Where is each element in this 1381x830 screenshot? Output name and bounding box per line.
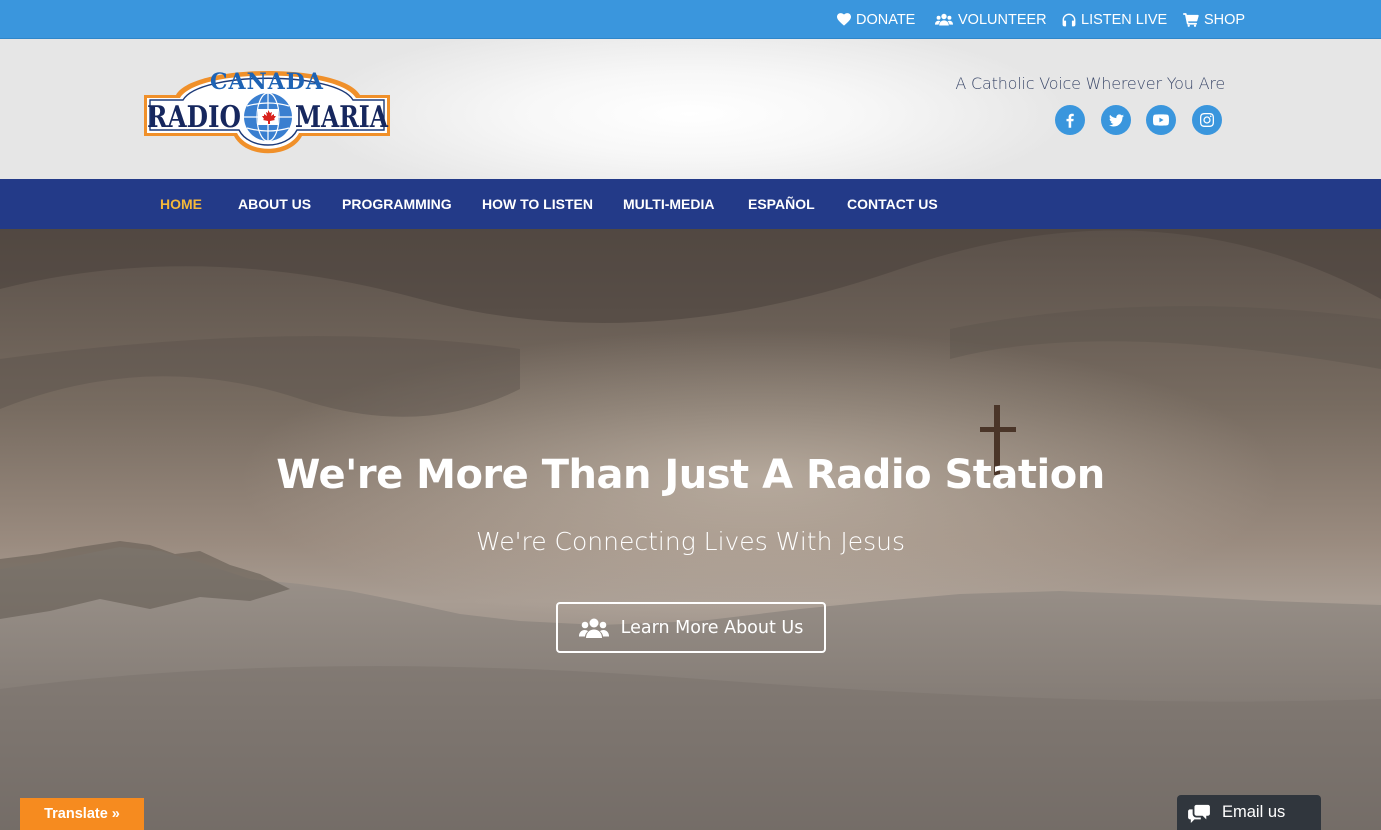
nav-item-multi-media[interactable]: MULTI-MEDIA <box>623 179 715 229</box>
shop-label: SHOP <box>1204 11 1246 28</box>
learn-more-button[interactable]: Learn More About Us <box>556 602 826 653</box>
nav-item-programming[interactable]: PROGRAMMING <box>342 179 452 229</box>
facebook-link[interactable] <box>1055 105 1085 135</box>
youtube-icon <box>1153 114 1169 126</box>
instagram-link[interactable] <box>1192 105 1222 135</box>
shop-link[interactable]: SHOP <box>1183 0 1245 39</box>
nav-item-espanol[interactable]: ESPAÑOL <box>748 179 815 229</box>
logo-maria-text: MARIA <box>295 100 389 135</box>
site-header: CANADA RADIO MARIA A Catholic Voice Wher… <box>0 39 1381 179</box>
facebook-icon <box>1066 113 1074 128</box>
site-tagline: A Catholic Voice Wherever You Are <box>955 74 1225 93</box>
email-us-label: Email us <box>1222 803 1286 821</box>
translate-button[interactable]: Translate » <box>20 798 144 830</box>
hero-title: We're More Than Just A Radio Station <box>276 452 1105 498</box>
nav-item-how-to-listen[interactable]: HOW TO LISTEN <box>482 179 593 229</box>
nav-item-home[interactable]: HOME <box>160 179 202 229</box>
utility-bar: DONATE VOLUNTEER LISTEN LIVE SHOP <box>0 0 1381 39</box>
donate-label: DONATE <box>856 11 916 28</box>
instagram-icon <box>1200 113 1214 127</box>
volunteer-label: VOLUNTEER <box>958 11 1047 28</box>
hero-banner: We're More Than Just A Radio Station We'… <box>0 229 1381 830</box>
nav-item-about-us[interactable]: ABOUT US <box>238 179 311 229</box>
email-us-widget[interactable]: Email us <box>1177 795 1321 830</box>
listen-live-label: LISTEN LIVE <box>1081 11 1168 28</box>
radio-maria-logo[interactable]: CANADA RADIO MARIA <box>142 59 394 159</box>
twitter-icon <box>1108 113 1124 126</box>
youtube-link[interactable] <box>1146 105 1176 135</box>
headphones-icon <box>1062 13 1076 26</box>
shopping-cart-icon <box>1183 12 1199 27</box>
listen-live-link[interactable]: LISTEN LIVE <box>1062 0 1167 39</box>
users-icon <box>935 13 953 26</box>
nav-item-contact-us[interactable]: CONTACT US <box>847 179 938 229</box>
hero-subtitle: We're Connecting Lives With Jesus <box>475 527 906 556</box>
donate-link[interactable]: DONATE <box>837 0 915 39</box>
users-icon <box>578 618 609 638</box>
heart-icon <box>837 13 851 26</box>
main-nav: HOME ABOUT US PROGRAMMING HOW TO LISTEN … <box>0 179 1381 229</box>
logo-radio-text: RADIO <box>147 100 241 135</box>
chat-bubbles-icon <box>1188 804 1210 823</box>
globe-icon <box>244 92 292 142</box>
learn-more-label: Learn More About Us <box>620 617 804 638</box>
volunteer-link[interactable]: VOLUNTEER <box>935 0 1047 39</box>
logo-canada-text: CANADA <box>210 69 324 95</box>
twitter-link[interactable] <box>1101 105 1131 135</box>
